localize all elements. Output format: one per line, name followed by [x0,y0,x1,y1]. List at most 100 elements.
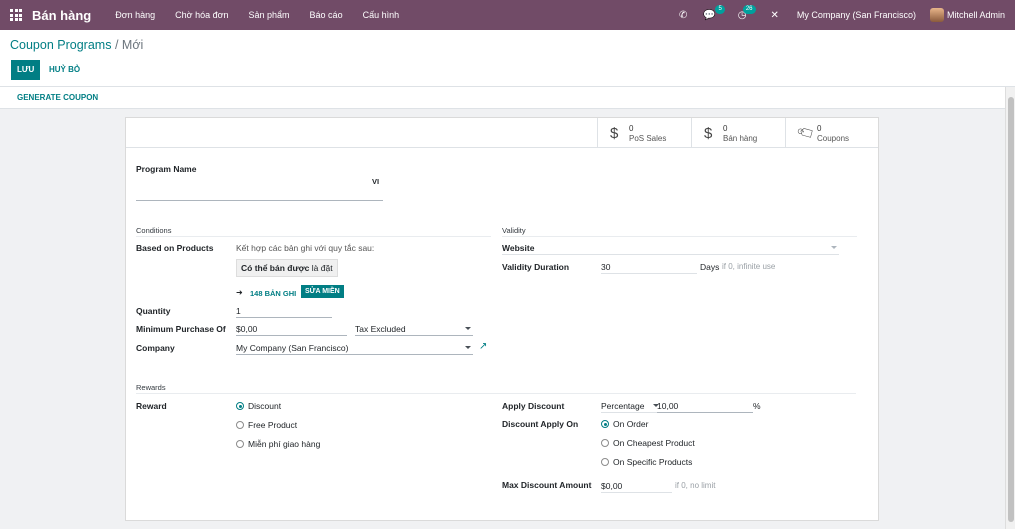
max-discount-hint: if 0, no limit [675,481,716,490]
discount-unit: % [753,401,761,411]
min-purchase-value: $0,00 [236,324,258,334]
save-button[interactable]: LƯU [11,60,41,80]
form-sheet: $ 0 PoS Sales $ 0 Bán hàng 🏷 0 Coupons [125,117,879,521]
rewards-title: Rewards [136,383,166,392]
min-purchase-label: Minimum Purchase Of [136,324,226,334]
activities-icon[interactable]: ◷ 26 [738,4,756,21]
validity-duration-label: Validity Duration [502,262,570,272]
domain-hint: Kết hợp các bản ghi với quy tắc sau: [236,243,375,253]
discount-value-input[interactable]: 10,00 [657,400,753,413]
conditions-divider [136,236,491,237]
user-name: Mitchell Admin [946,10,1005,20]
external-link-icon[interactable]: ↗ [479,341,487,352]
discount-type-select[interactable]: Percentage [601,400,659,413]
apply-on-order-radio[interactable] [601,420,609,428]
apply-on-specific-label[interactable]: On Specific Products [613,457,692,467]
apply-on-cheapest-label[interactable]: On Cheapest Product [613,438,695,448]
sales-button[interactable]: $ 0 Bán hàng [691,118,785,148]
discount-value: 10,00 [657,401,679,411]
arrow-right-icon: ➜ [236,288,243,297]
program-name-label: Program Name [136,164,197,174]
menu-configuration[interactable]: Cấu hình [363,10,400,20]
validity-duration-value: 30 [601,262,611,272]
validity-title: Validity [502,226,526,235]
reward-label: Reward [136,401,167,411]
conditions-title: Conditions [136,226,172,235]
company-label: Company [136,343,175,353]
coupons-count: 0 [817,124,822,133]
activities-badge: 26 [742,4,756,14]
apps-menu-icon[interactable] [10,9,22,21]
max-discount-input[interactable]: $0,00 [601,480,672,493]
scrollbar[interactable] [1005,87,1015,529]
top-navbar: Bán hàng Đơn hàng Chờ hóa đơn Sản phẩm B… [0,0,1015,30]
dollar-icon: $ [610,125,619,142]
close-icon[interactable]: ✕ [771,10,779,21]
days-unit: Days [700,262,720,272]
discard-button[interactable]: HUỶ BỎ [49,60,80,80]
menu-reporting[interactable]: Báo cáo [310,10,343,20]
menu-products[interactable]: Sản phẩm [249,10,290,20]
messages-icon[interactable]: 💬 5 [703,4,725,21]
domain-rule[interactable]: Có thể bán được là đặt [236,259,338,277]
apply-on-cheapest-radio[interactable] [601,439,609,447]
user-menu[interactable]: Mitchell Admin [929,8,1005,22]
reward-discount-label[interactable]: Discount [248,401,281,411]
discount-type-value: Percentage [601,401,645,411]
breadcrumb: Coupon Programs / Mới [10,38,143,52]
rewards-divider [136,393,856,394]
breadcrumb-parent[interactable]: Coupon Programs [10,38,111,52]
app-brand[interactable]: Bán hàng [32,8,91,23]
breadcrumb-separator: / [114,38,119,52]
reward-discount-radio[interactable] [236,402,244,410]
min-purchase-input[interactable]: $0,00 [236,323,347,336]
scrollbar-thumb[interactable] [1008,97,1014,522]
reward-free-product-radio[interactable] [236,421,244,429]
max-discount-label: Max Discount Amount [502,480,592,490]
sales-label: Bán hàng [723,134,758,143]
company-select[interactable]: My Company (San Francisco) [236,342,473,355]
apply-on-specific-radio[interactable] [601,458,609,466]
domain-rule-field: Có thể bán được [241,263,310,273]
validity-duration-input[interactable]: 30 [601,261,697,274]
ticket-icon: 🏷 [795,121,817,144]
dollar-icon: $ [704,125,713,142]
quantity-label: Quantity [136,306,171,316]
language-button[interactable]: VI [372,177,379,186]
days-hint: if 0, infinite use [722,262,776,271]
edit-domain-button[interactable]: SỬA MIỀN [301,285,344,298]
pos-sales-button[interactable]: $ 0 PoS Sales [597,118,691,148]
company-switcher[interactable]: My Company (San Francisco) [797,10,916,20]
chevron-down-icon [465,346,471,349]
control-panel: Coupon Programs / Mới LƯU HUỶ BỎ [0,30,1015,87]
quantity-value: 1 [236,306,241,316]
program-name-input[interactable] [136,188,383,201]
sales-count: 0 [723,124,728,133]
smart-buttons-bar: $ 0 PoS Sales $ 0 Bán hàng 🏷 0 Coupons [126,118,878,148]
domain-rule-operator: là đặt [311,263,333,273]
menu-to-invoice[interactable]: Chờ hóa đơn [175,10,228,20]
records-link[interactable]: 148 BẢN GHI [250,289,296,298]
pos-sales-count: 0 [629,124,634,133]
quantity-input[interactable]: 1 [236,305,332,318]
phone-icon[interactable]: ✆ [679,10,687,21]
avatar [929,8,944,22]
menu-orders[interactable]: Đơn hàng [115,10,155,20]
breadcrumb-current: Mới [121,38,144,52]
tax-mode-select[interactable]: Tax Excluded [355,323,473,336]
validity-divider [502,236,857,237]
reward-free-product-label[interactable]: Free Product [248,420,297,430]
reward-free-shipping-label[interactable]: Miễn phí giao hàng [248,439,320,449]
form-statusbar: GENERATE COUPON [0,87,1005,109]
apply-on-order-label[interactable]: On Order [613,419,648,429]
generate-coupon-button[interactable]: GENERATE COUPON [17,93,98,102]
coupons-button[interactable]: 🏷 0 Coupons [785,118,879,148]
company-value: My Company (San Francisco) [236,343,349,353]
based-on-products-label: Based on Products [136,243,214,253]
messages-badge: 5 [715,4,725,14]
discount-apply-on-label: Discount Apply On [502,419,579,429]
reward-free-shipping-radio[interactable] [236,440,244,448]
pos-sales-label: PoS Sales [629,134,667,143]
coupons-label: Coupons [817,134,850,143]
website-select[interactable]: Website [502,242,839,255]
